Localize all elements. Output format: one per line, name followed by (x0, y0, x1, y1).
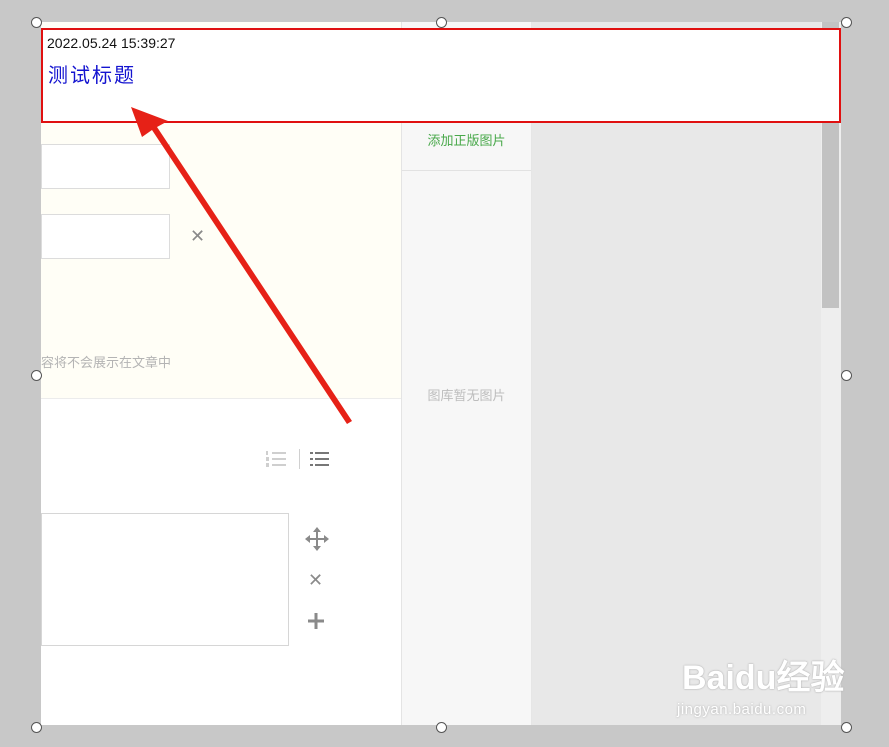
resize-handle-bottom-center[interactable] (436, 722, 447, 733)
resize-handle-top-center[interactable] (436, 17, 447, 28)
resize-handle-middle-right[interactable] (841, 370, 852, 381)
annotation-arrow (131, 107, 352, 424)
resize-handle-top-left[interactable] (31, 17, 42, 28)
resize-handle-top-right[interactable] (841, 17, 852, 28)
watermark-brand: Baidu经验 (682, 659, 845, 697)
resize-handle-middle-left[interactable] (31, 370, 42, 381)
resize-handle-bottom-left[interactable] (31, 722, 42, 733)
resize-handle-bottom-right[interactable] (841, 722, 852, 733)
baidu-jingyan-watermark: Baidu经验 jingyan.baidu.com (677, 650, 845, 718)
watermark-url: jingyan.baidu.com (677, 701, 807, 718)
